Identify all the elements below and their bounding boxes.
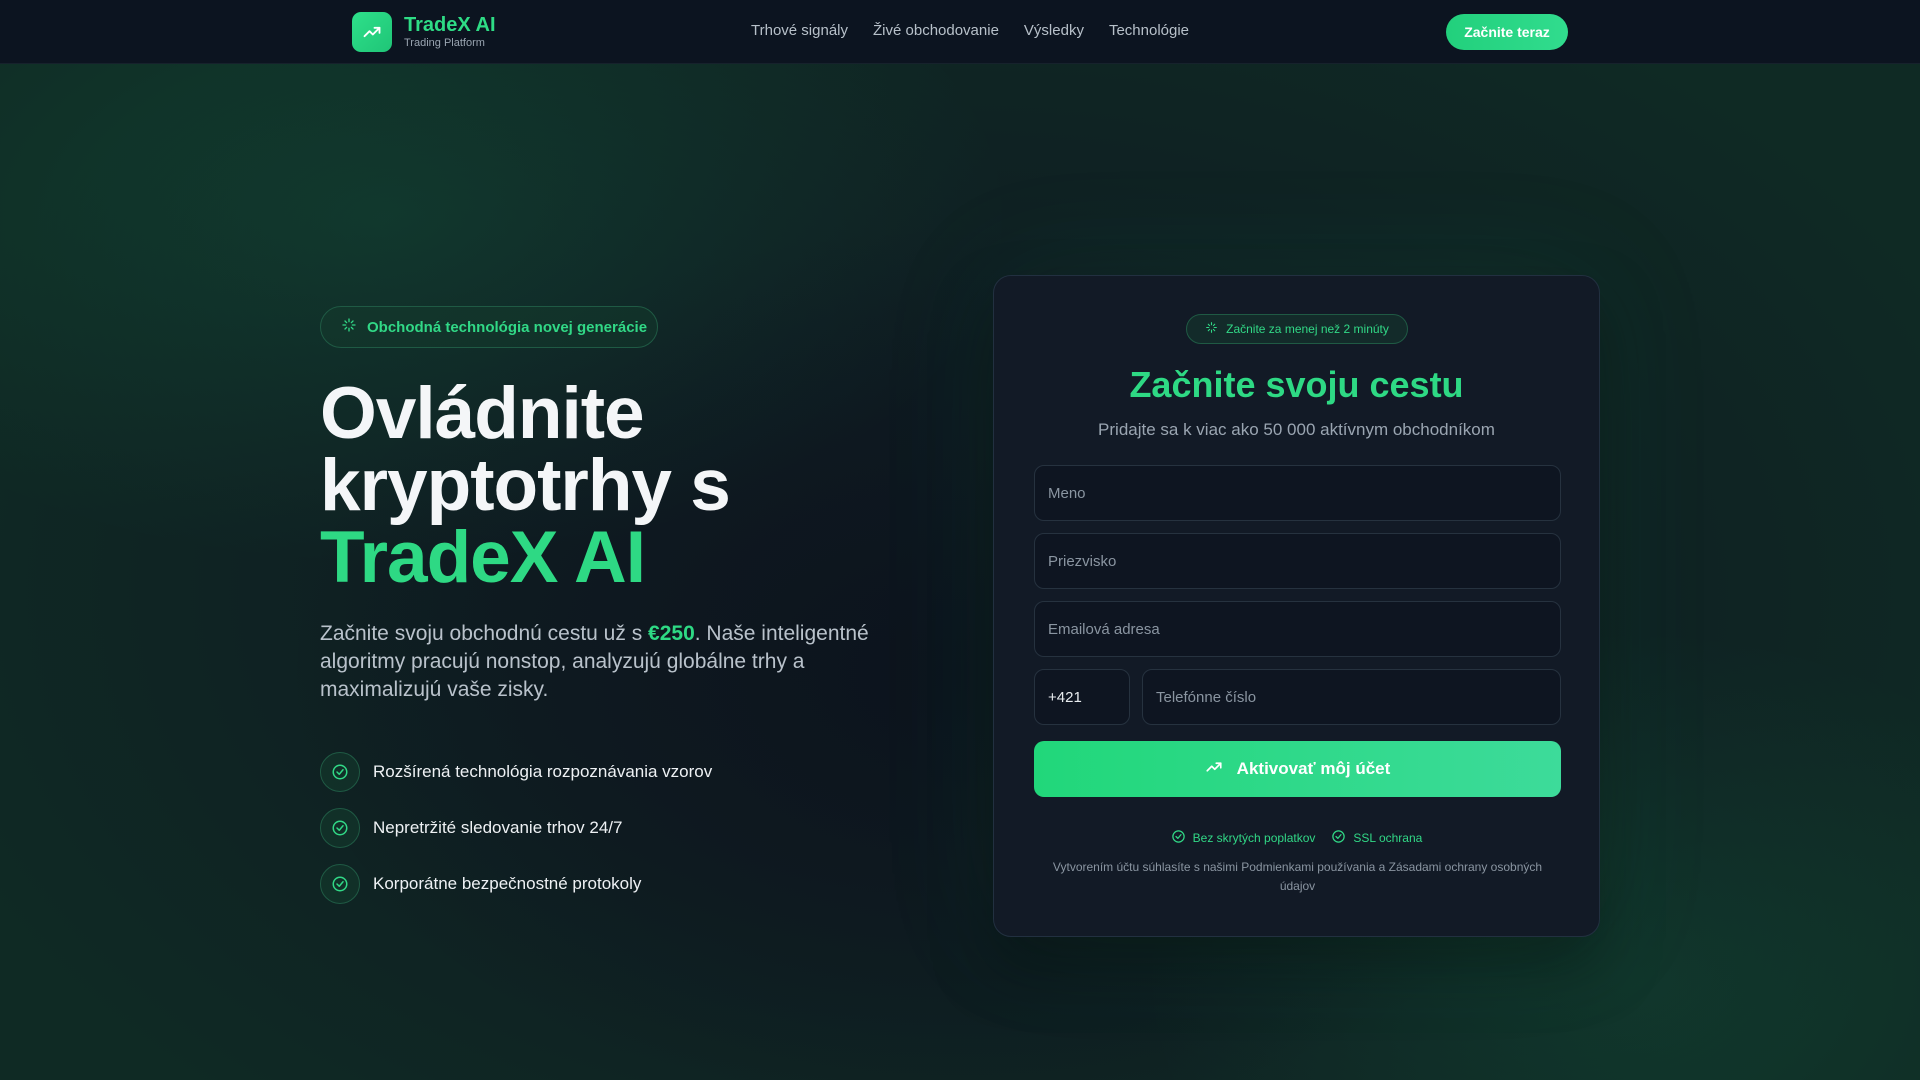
hero-title-line1: Ovládnite xyxy=(320,373,645,454)
sparkles-icon xyxy=(341,317,357,337)
trending-up-icon xyxy=(1205,758,1223,781)
feature-text: Korporátne bezpečnostné protokoly xyxy=(373,874,642,893)
sparkles-icon xyxy=(1205,321,1218,337)
nav-link-signals[interactable]: Trhové signály xyxy=(751,22,848,39)
trust-no-fees-label: Bez skrytých poplatkov xyxy=(1192,831,1316,845)
legal-notice: Vytvorením účtu súhlasíte s našimi Podmi… xyxy=(1052,860,1543,893)
trust-badges: Bez skrytých poplatkov SSL ochrana xyxy=(994,829,1599,847)
check-circle-icon xyxy=(320,864,360,904)
hero-title-line2: kryptotrhy s xyxy=(320,445,731,526)
hero-badge-label: Obchodná technológia novej generácie xyxy=(367,318,648,336)
hero-badge: Obchodná technológia novej generácie xyxy=(320,306,658,348)
feature-text: Nepretržité sledovanie trhov 24/7 xyxy=(373,818,623,837)
trust-ssl-label: SSL ochrana xyxy=(1353,831,1423,845)
start-now-button[interactable]: Začnite teraz xyxy=(1446,14,1568,50)
form-title: Začnite svoju cestu xyxy=(1129,364,1464,405)
activate-account-label: Aktivovať môj účet xyxy=(1236,759,1391,778)
phone-code-input[interactable] xyxy=(1034,669,1130,725)
feature-text: Rozšírená technológia rozpoznávania vzor… xyxy=(373,762,713,781)
check-circle-icon xyxy=(320,752,360,792)
first-name-input[interactable] xyxy=(1034,465,1561,521)
email-input[interactable] xyxy=(1034,601,1561,657)
trending-up-icon xyxy=(352,12,392,52)
hero-title: Ovládnite kryptotrhy s TradeX AI xyxy=(320,377,920,598)
nav-link-results[interactable]: Výsledky xyxy=(1024,22,1084,39)
check-circle-icon xyxy=(320,808,360,848)
activate-account-button[interactable]: Aktivovať môj účet xyxy=(1034,741,1561,797)
hero-title-accent: TradeX AI xyxy=(320,517,646,598)
background-glow xyxy=(0,64,1920,1080)
brand-tagline: Trading Platform xyxy=(404,37,485,49)
phone-input[interactable] xyxy=(1142,669,1561,725)
hero-desc-intro: Začnite svoju obchodnú cestu už s xyxy=(320,622,649,645)
feature-item: Nepretržité sledovanie trhov 24/7 xyxy=(320,808,712,848)
form-badge-label: Začnite za menej než 2 minúty xyxy=(1226,322,1389,336)
form-badge: Začnite za menej než 2 minúty xyxy=(1186,314,1408,344)
form-subtitle: Pridajte sa k viac ako 50 000 aktívnym o… xyxy=(1098,420,1495,439)
nav-link-live-trading[interactable]: Živé obchodovanie xyxy=(873,22,999,39)
brand-logo[interactable]: TradeX AI Trading Platform xyxy=(352,12,496,52)
brand-name: TradeX AI xyxy=(404,14,496,36)
feature-item: Korporátne bezpečnostné protokoly xyxy=(320,864,712,904)
hero-price: €250 xyxy=(648,622,695,645)
trust-ssl: SSL ochrana xyxy=(1331,829,1422,847)
feature-list: Rozšírená technológia rozpoznávania vzor… xyxy=(320,752,712,920)
feature-item: Rozšírená technológia rozpoznávania vzor… xyxy=(320,752,712,792)
last-name-input[interactable] xyxy=(1034,533,1561,589)
nav-link-technology[interactable]: Technológie xyxy=(1109,22,1189,39)
signup-form-card: Začnite za menej než 2 minúty Začnite sv… xyxy=(993,275,1600,937)
main-nav: Trhové signály Živé obchodovanie Výsledk… xyxy=(751,22,1189,39)
top-navbar: TradeX AI Trading Platform Trhové signál… xyxy=(0,0,1920,64)
check-circle-icon xyxy=(1171,829,1186,847)
trust-no-fees: Bez skrytých poplatkov xyxy=(1171,829,1316,847)
check-circle-icon xyxy=(1331,829,1346,847)
hero-description: Začnite svoju obchodnú cestu už s €250. … xyxy=(320,620,920,704)
